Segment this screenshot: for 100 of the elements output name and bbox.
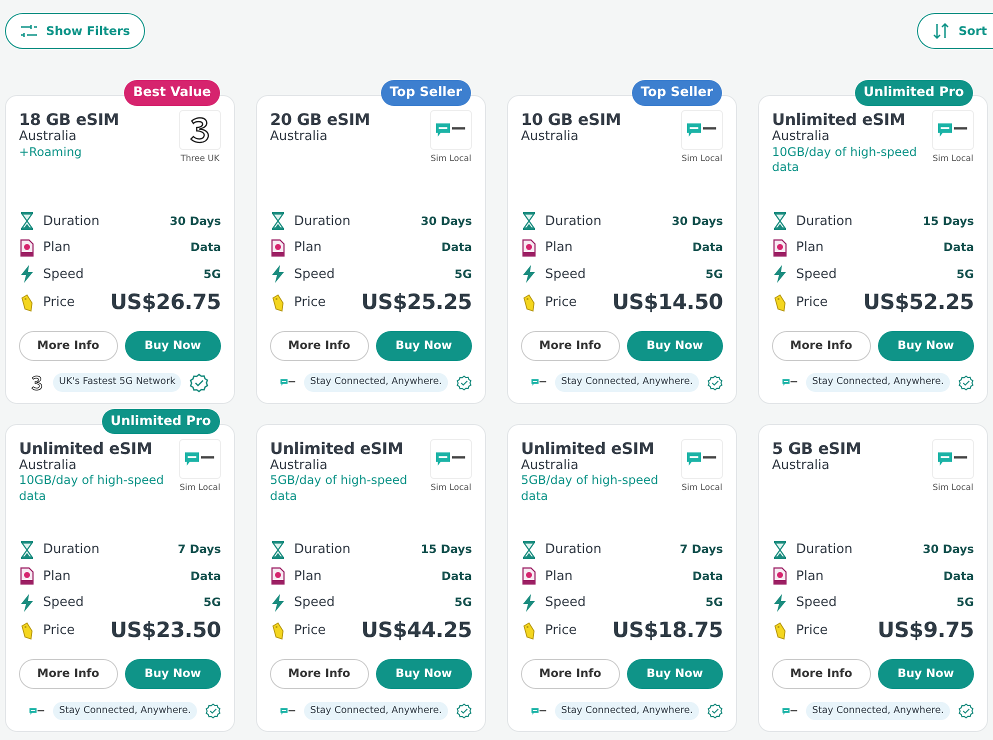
hourglass-icon (270, 540, 286, 559)
speech-bubble-logo-icon (782, 706, 798, 716)
hourglass-icon (521, 212, 537, 230)
spec-label: Price (796, 294, 829, 312)
plan-note: 5GB/day of high-speed data (270, 473, 408, 504)
more-info-button[interactable]: More Info (270, 659, 368, 689)
price-value: US$26.75 (110, 288, 221, 316)
buy-now-button[interactable]: Buy Now (376, 659, 472, 689)
spec-value: 5G (706, 266, 723, 283)
speech-bubble-logo-icon (531, 377, 548, 388)
provider-name: Sim Local (179, 482, 221, 494)
more-info-button[interactable]: More Info (270, 330, 368, 360)
buy-now-button[interactable]: Buy Now (376, 330, 472, 360)
spec-value: 15 Days (922, 212, 974, 230)
more-info-button[interactable]: More Info (19, 330, 118, 360)
sim-card-icon (772, 238, 788, 257)
card-ribbon: Unlimited Pro (102, 408, 220, 434)
spec-value: 5G (956, 594, 974, 612)
hourglass-icon (19, 540, 35, 559)
more-info-button[interactable]: More Info (521, 330, 620, 360)
lightning-icon (19, 594, 35, 612)
spec-label: Plan (796, 239, 825, 257)
spec-value: 5G (454, 594, 472, 612)
buy-now-button[interactable]: Buy Now (626, 659, 723, 689)
spec-value: 5G (454, 266, 472, 283)
lightning-icon (521, 594, 537, 612)
plan-note: +Roaming (19, 144, 83, 160)
spec-value: 15 Days (420, 541, 472, 558)
plan-note: 10GB/day of high-speed data (772, 144, 918, 176)
country-name: Australia (772, 458, 831, 474)
tagline-chip: Stay Connected, Anywhere. (304, 373, 448, 392)
swirl-logo-icon (29, 374, 45, 390)
buy-now-button[interactable]: Buy Now (626, 330, 723, 360)
speech-bubble-logo-icon (937, 121, 969, 139)
price-tag-icon (270, 294, 286, 312)
spec-value: Data (943, 239, 974, 256)
speech-bubble-logo-icon (29, 706, 46, 716)
spec-label: Price (545, 622, 578, 640)
speech-bubble-logo-icon (435, 121, 467, 139)
sliders-icon (20, 24, 38, 38)
provider-name: Sim Local (430, 482, 472, 494)
spec-value: Data (190, 239, 221, 256)
spec-label: Duration (294, 541, 352, 559)
tagline-chip: Stay Connected, Anywhere. (555, 702, 699, 720)
spec-label: Speed (545, 594, 587, 612)
more-info-button[interactable]: More Info (772, 330, 870, 360)
buy-now-button[interactable]: Buy Now (124, 330, 221, 360)
price-value: US$9.75 (877, 617, 974, 644)
hourglass-icon (19, 212, 35, 230)
spec-label: Price (294, 622, 327, 640)
price-tag-icon (19, 622, 35, 640)
spec-value: 30 Days (672, 212, 723, 230)
show-filters-button[interactable]: Show Filters (5, 13, 146, 49)
speech-bubble-logo-icon (686, 450, 718, 468)
price-value: US$25.25 (361, 288, 472, 316)
provider-name: Sim Local (430, 153, 472, 166)
sort-arrows-icon (932, 22, 950, 40)
card-ribbon: Top Seller (380, 80, 471, 106)
spec-label: Speed (43, 594, 85, 612)
spec-label: Duration (43, 541, 100, 559)
spec-label: Price (796, 622, 829, 640)
spec-value: Data (692, 239, 723, 256)
price-tag-icon (19, 294, 35, 312)
buy-now-button[interactable]: Buy Now (878, 659, 974, 689)
verified-check-icon (456, 372, 472, 392)
plan-note: 10GB/day of high-speed data (19, 473, 165, 504)
tagline-chip: UK's Fastest 5G Network (53, 373, 182, 392)
country-name: Australia (521, 129, 580, 145)
hourglass-icon (270, 212, 286, 230)
more-info-button[interactable]: More Info (521, 659, 620, 689)
spec-label: Duration (43, 212, 100, 230)
buy-now-button[interactable]: Buy Now (124, 659, 221, 689)
spec-label: Speed (294, 594, 336, 612)
price-value: US$14.50 (612, 288, 723, 316)
buy-now-button[interactable]: Buy Now (878, 330, 974, 360)
plan-title: 18 GB eSIM (19, 110, 119, 130)
provider-name: Sim Local (681, 153, 723, 166)
tagline-chip: Stay Connected, Anywhere. (806, 373, 950, 392)
speech-bubble-logo-icon (937, 450, 969, 468)
spec-label: Duration (796, 212, 854, 230)
more-info-button[interactable]: More Info (772, 659, 870, 689)
spec-value: 30 Days (922, 541, 974, 558)
more-info-button[interactable]: More Info (19, 659, 118, 689)
spec-label: Plan (43, 239, 72, 257)
card-ribbon: Best Value (124, 80, 220, 106)
sort-button[interactable]: Sort (917, 13, 993, 49)
spec-value: 30 Days (170, 212, 221, 230)
lightning-icon (521, 265, 537, 284)
verified-check-icon (706, 701, 723, 721)
price-tag-icon (772, 622, 788, 640)
country-name: Australia (772, 129, 831, 145)
spec-label: Duration (545, 212, 602, 230)
tagline-chip: Stay Connected, Anywhere. (53, 702, 197, 720)
spec-label: Plan (294, 239, 323, 257)
price-value: US$23.50 (110, 617, 221, 644)
country-name: Australia (521, 458, 580, 474)
spec-label: Plan (294, 568, 323, 586)
spec-value: Data (441, 239, 472, 256)
spec-label: Speed (545, 266, 587, 284)
hourglass-icon (772, 212, 788, 230)
